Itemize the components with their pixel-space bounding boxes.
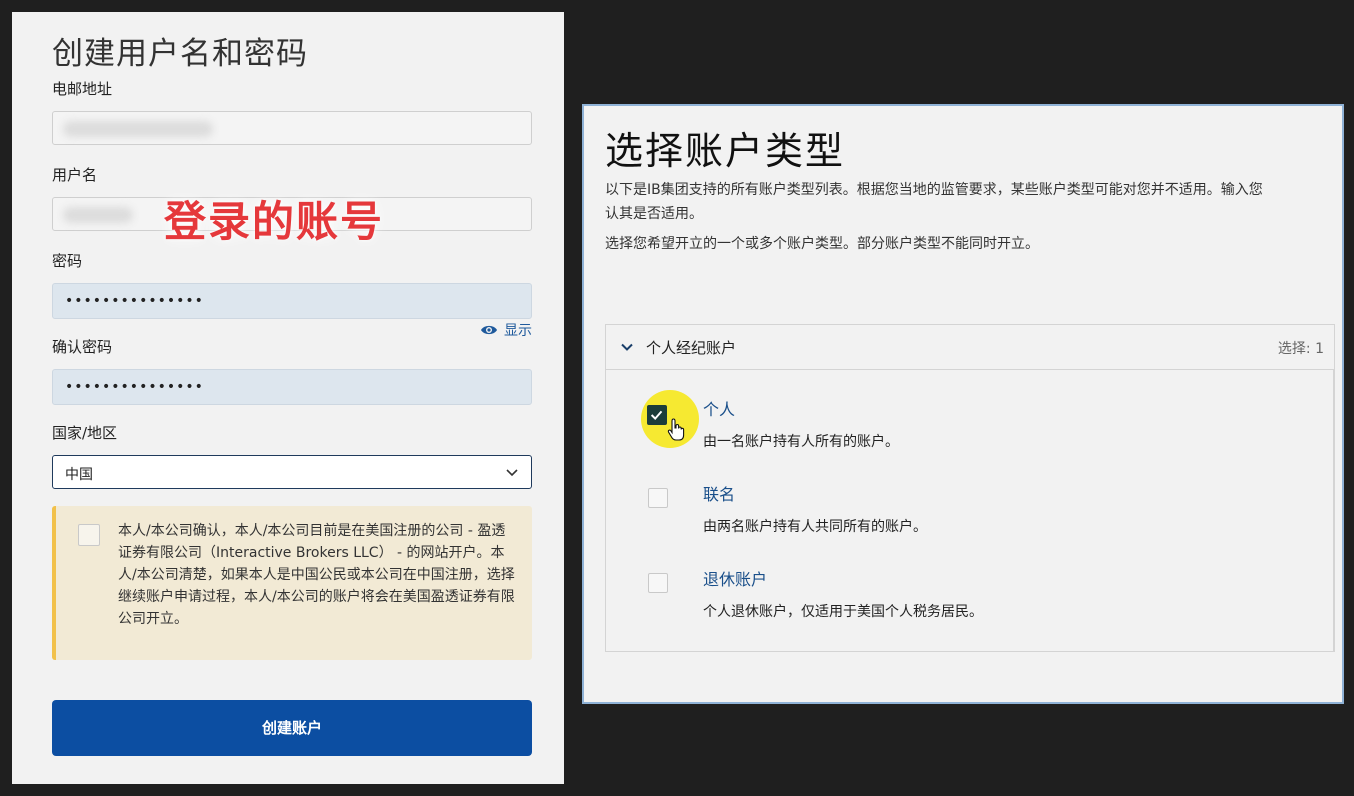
account-type-panel: 选择账户类型 以下是IB集团支持的所有账户类型列表。根据您当地的监管要求，某些账… <box>582 104 1344 704</box>
username-value-blurred <box>63 207 133 223</box>
hand-cursor-icon <box>667 418 685 441</box>
show-label: 显示 <box>504 323 532 339</box>
account-type-option-retirement: 退休账户 个人退休账户，仅适用于美国个人税务居民。 <box>606 540 1306 620</box>
country-label: 国家/地区 <box>52 424 118 442</box>
chevron-down-icon <box>621 343 633 351</box>
page-title: 创建用户名和密码 <box>52 36 308 72</box>
account-type-option-individual: 个人 由一名账户持有人所有的账户。 <box>606 370 1306 450</box>
account-type-description: 以下是IB集团支持的所有账户类型列表。根据您当地的监管要求，某些账户类型可能对您… <box>605 178 1342 226</box>
create-account-button[interactable]: 创建账户 <box>52 700 532 756</box>
selected-count: 选择: 1 <box>1277 341 1324 357</box>
email-label: 电邮地址 <box>52 80 113 98</box>
confirm-password-label: 确认密码 <box>52 338 113 356</box>
show-password-toggle[interactable]: 显示 <box>480 320 532 340</box>
notice-confirm-checkbox[interactable] <box>78 524 100 546</box>
description-line-2: 认其是否适用。 <box>605 206 703 222</box>
confirm-password-field[interactable]: ••••••••••••••• <box>52 369 532 405</box>
account-type-instruction: 选择您希望开立的一个或多个账户类型。部分账户类型不能同时开立。 <box>605 236 1039 252</box>
retirement-option-title[interactable]: 退休账户 <box>703 566 767 590</box>
joint-checkbox[interactable] <box>648 488 668 508</box>
section-body: 个人 由一名账户持有人所有的账户。 联名 由两名账户持有人共同所有的账户。 退休… <box>606 370 1334 652</box>
checkmark-icon <box>650 410 663 421</box>
joint-option-title[interactable]: 联名 <box>703 481 735 505</box>
password-field[interactable]: ••••••••••••••• <box>52 283 532 319</box>
retirement-checkbox[interactable] <box>648 573 668 593</box>
individual-option-description: 由一名账户持有人所有的账户。 <box>703 434 899 450</box>
password-label: 密码 <box>52 252 83 270</box>
description-line-1: 以下是IB集团支持的所有账户类型列表。根据您当地的监管要求，某些账户类型可能对您… <box>605 182 1263 198</box>
section-title: 个人经纪账户 <box>646 339 737 357</box>
notice-text: 本人/本公司确认，本人/本公司目前是在美国注册的公司 - 盈透证券有限公司（In… <box>118 523 515 627</box>
chevron-down-icon <box>506 469 518 477</box>
us-registration-notice: 本人/本公司确认，本人/本公司目前是在美国注册的公司 - 盈透证券有限公司（In… <box>52 506 532 660</box>
country-selected-value: 中国 <box>65 467 93 483</box>
eye-icon <box>481 325 497 335</box>
create-credentials-panel: 创建用户名和密码 电邮地址 用户名 登录的账号 密码 •••••••••••••… <box>12 12 564 784</box>
section-header[interactable]: 个人经纪账户 选择: 1 <box>606 325 1334 370</box>
email-field[interactable] <box>52 111 532 145</box>
account-type-option-joint: 联名 由两名账户持有人共同所有的账户。 <box>606 455 1306 535</box>
account-type-title: 选择账户类型 <box>605 129 846 173</box>
joint-option-description: 由两名账户持有人共同所有的账户。 <box>703 519 927 535</box>
annotation-login-account: 登录的账号 <box>164 197 385 246</box>
country-select[interactable]: 中国 <box>52 455 532 489</box>
individual-checkbox[interactable] <box>647 405 667 425</box>
retirement-option-description: 个人退休账户，仅适用于美国个人税务居民。 <box>703 604 983 620</box>
individual-brokerage-section: 个人经纪账户 选择: 1 个人 由一名账户持有人所有的账户。 联名 由两名账户持… <box>605 324 1335 652</box>
username-label: 用户名 <box>52 166 98 184</box>
individual-option-title[interactable]: 个人 <box>703 396 735 420</box>
email-value-blurred <box>63 121 213 137</box>
